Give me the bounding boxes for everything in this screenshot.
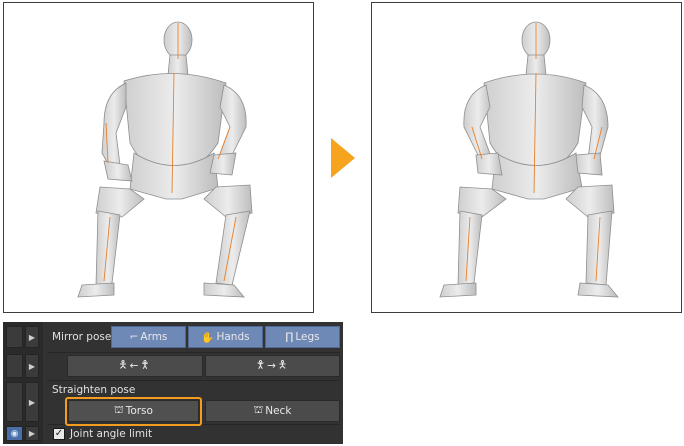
row-toggle-mirror-direction[interactable]: ▶ bbox=[6, 354, 40, 378]
mirror-left-to-right-button[interactable]: 🯅 ← 🯆 bbox=[67, 355, 203, 377]
viewport-before[interactable] bbox=[3, 2, 314, 313]
viewport-after[interactable] bbox=[371, 2, 682, 313]
mirror-hands-button[interactable]: ✋ Hands bbox=[188, 326, 263, 348]
figure-after bbox=[439, 21, 619, 298]
mirror-pose-label: Mirror pose bbox=[52, 331, 112, 343]
legs-icon: ∏ bbox=[285, 331, 294, 343]
straighten-pose-label: Straighten pose bbox=[52, 384, 136, 396]
row-toggle-joint-limit[interactable]: ◉ ▶ bbox=[6, 426, 40, 441]
eye-icon[interactable]: ◉ bbox=[6, 426, 23, 441]
checkmark-icon: ✓ bbox=[54, 428, 64, 439]
straighten-neck-button[interactable]: ⛫ Neck bbox=[205, 400, 340, 422]
torso-highlight bbox=[65, 397, 202, 426]
figure-icon: 🯅 bbox=[118, 359, 128, 371]
joint-angle-limit-label: Joint angle limit bbox=[70, 428, 153, 440]
play-arrow-icon[interactable]: ▶ bbox=[25, 382, 39, 422]
panel-left-column: ▶ ▶ ▶ ◉ ▶ bbox=[3, 322, 43, 444]
mirror-right-to-left-button[interactable]: 🯆 → 🯅 bbox=[205, 355, 340, 377]
play-arrow-icon[interactable]: ▶ bbox=[25, 354, 39, 378]
play-arrow-icon[interactable]: ▶ bbox=[25, 326, 39, 348]
play-arrow-icon[interactable]: ▶ bbox=[25, 426, 39, 441]
mirror-legs-button[interactable]: ∏ Legs bbox=[265, 326, 340, 348]
figure-icon: 🯅 bbox=[277, 359, 288, 371]
figure-before bbox=[77, 21, 253, 298]
row-toggle-straighten[interactable]: ▶ bbox=[6, 382, 40, 422]
mirror-arms-button[interactable]: ⌐ Arms bbox=[111, 326, 186, 348]
hands-icon: ✋ bbox=[201, 331, 215, 344]
figure-icon: 🯆 bbox=[140, 359, 150, 371]
figure-icon: 🯆 bbox=[255, 359, 266, 371]
pose-tool-panel: ▶ ▶ ▶ ◉ ▶ Mirror pose ⌐ Arms ✋ Hands ∏ Legs… bbox=[3, 322, 343, 444]
next-arrow-icon bbox=[331, 138, 355, 178]
neck-icon: ⛫ bbox=[253, 404, 264, 416]
row-toggle-mirror[interactable]: ▶ bbox=[6, 326, 40, 348]
joint-angle-limit-checkbox[interactable]: ✓ bbox=[53, 428, 65, 440]
arms-icon: ⌐ bbox=[129, 331, 139, 343]
